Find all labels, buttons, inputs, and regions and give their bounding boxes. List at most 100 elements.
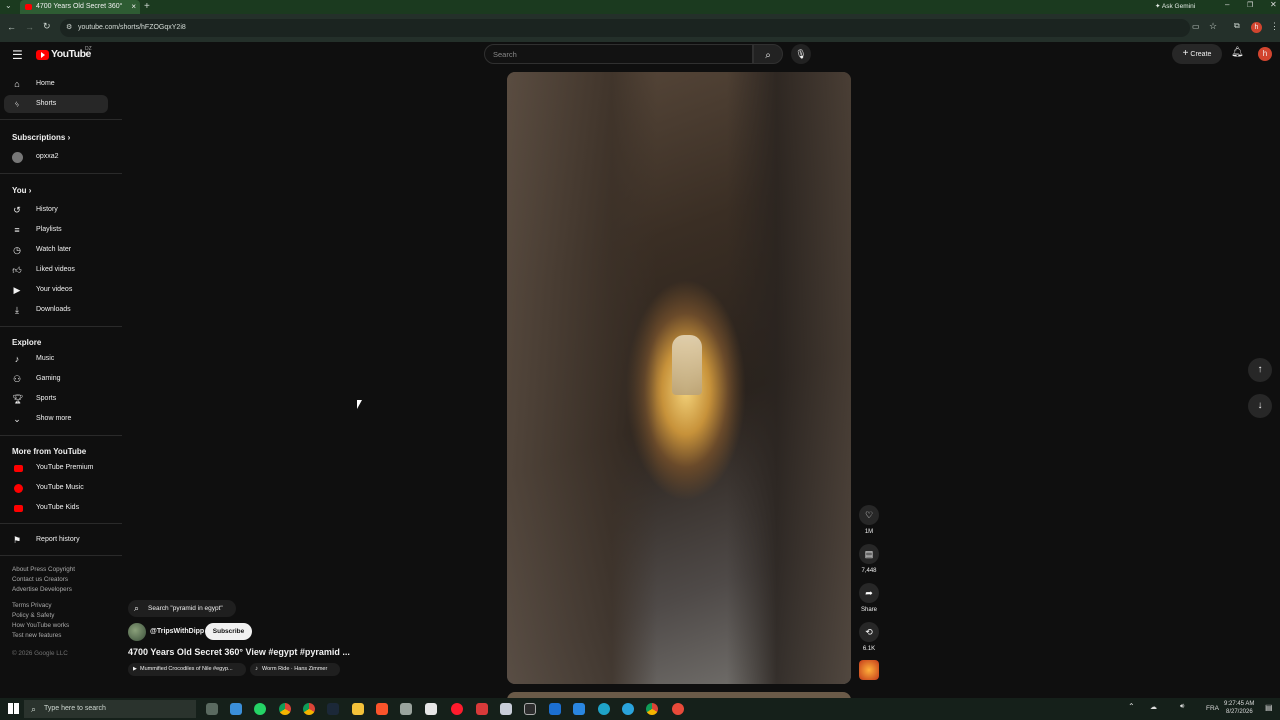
tab-list-icon[interactable]: ⌄ [5, 1, 12, 10]
bookmark-star-icon[interactable]: ☆ [1209, 21, 1217, 32]
back-icon[interactable]: ← [7, 22, 16, 32]
channel-name[interactable]: @TripsWithDipp [150, 628, 204, 635]
pinned-app-icon[interactable] [500, 703, 512, 715]
pinned-app-icon[interactable] [573, 703, 585, 715]
footer-links[interactable]: Policy & Safety [12, 612, 54, 619]
new-tab-icon[interactable]: + [144, 0, 150, 13]
voice-search-button[interactable]: 🎙︎ [791, 44, 811, 64]
like-button[interactable]: ♡ [859, 505, 879, 525]
search-input[interactable]: Search [484, 44, 753, 64]
clock-time[interactable]: 9:27:45 AM [1224, 701, 1254, 707]
edge-icon[interactable] [598, 703, 610, 715]
footer-links[interactable]: Advertise Developers [12, 586, 72, 593]
sidebar-item-report-history[interactable]: ⚑ Report history [4, 531, 108, 549]
sidebar-item-playlists[interactable]: ≡ Playlists [4, 221, 108, 239]
footer-links[interactable]: Test new features [12, 632, 61, 639]
youtube-logo[interactable]: YouTube DZ [36, 46, 96, 62]
clock-date[interactable]: 8/27/2026 [1226, 709, 1253, 715]
install-app-icon[interactable]: ▭ [1192, 22, 1200, 31]
sidebar-item-shorts[interactable]: ᛃ Shorts [4, 95, 108, 113]
menu-icon[interactable]: ☰ [12, 48, 23, 62]
pinned-app-icon[interactable] [476, 703, 488, 715]
sidebar-item-your-videos[interactable]: ▶ Your videos [4, 281, 108, 299]
chrome-profile-icon[interactable] [303, 703, 315, 715]
sidebar-item-sports[interactable]: 🏆︎ Sports [4, 390, 108, 408]
chrome-active-icon[interactable] [646, 703, 658, 715]
footer-links[interactable]: Terms Privacy [12, 602, 52, 609]
minimize-icon[interactable]: – [1225, 0, 1229, 9]
search-button[interactable]: ⌕ [753, 44, 783, 64]
keyboard-language[interactable]: FRA [1206, 705, 1219, 712]
opera-icon[interactable] [451, 703, 463, 715]
reload-icon[interactable]: ↻ [43, 21, 51, 32]
ask-gemini-button[interactable]: ✦ Ask Gemini [1155, 1, 1207, 13]
related-video-chip[interactable]: ▶ Mummified Crocodiles of Nile #egyp... [128, 663, 246, 676]
create-button[interactable]: + Create [1172, 44, 1222, 64]
sound-chip[interactable]: ♪ Worm Ride · Hans Zimmer [250, 663, 340, 676]
sidebar-item-youtube-kids[interactable]: YouTube Kids [4, 499, 108, 517]
short-title[interactable]: 4700 Years Old Secret 360° View #egypt #… [128, 647, 428, 657]
windows-start-icon[interactable] [8, 703, 19, 714]
search-suggestion-chip[interactable]: ⌕ Search "pyramid in egypt" [128, 600, 236, 617]
file-explorer-icon[interactable] [352, 703, 364, 715]
pinned-app-icon[interactable] [425, 703, 437, 715]
account-avatar[interactable]: h [1258, 47, 1272, 61]
previous-short-button[interactable]: ↑ [1248, 358, 1272, 382]
tab-close-icon[interactable]: × [131, 0, 136, 14]
maximize-icon[interactable]: ❐ [1247, 1, 1253, 9]
telegram-icon[interactable] [622, 703, 634, 715]
pinned-app-icon[interactable] [524, 703, 536, 715]
brave-icon[interactable] [376, 703, 388, 715]
sound-thumbnail[interactable] [859, 660, 879, 680]
next-short-button[interactable]: ↓ [1248, 394, 1272, 418]
address-bar[interactable]: ⚙ youtube.com/shorts/hFZOGqxY2i8 [60, 19, 1190, 37]
browser-tab[interactable]: 4700 Years Old Secret 360° × [20, 0, 140, 14]
sidebar-item-music[interactable]: ♪ Music [4, 350, 108, 368]
pinned-app-icon[interactable] [230, 703, 242, 715]
task-view-icon[interactable] [206, 703, 218, 715]
browser-menu-icon[interactable]: ⋮ [1270, 21, 1279, 32]
footer-links[interactable]: About Press Copyright [12, 566, 75, 573]
subscription-item[interactable]: opxxa2 [4, 148, 108, 166]
footer-links[interactable]: How YouTube works [12, 622, 69, 629]
pinned-app-icon[interactable] [672, 703, 684, 715]
subscriptions-heading[interactable]: Subscriptions › [12, 133, 70, 142]
pinned-app-icon[interactable] [400, 703, 412, 715]
notifications-bell-icon[interactable]: 🔔︎ [1231, 47, 1244, 58]
comments-button[interactable]: ▤ [859, 544, 879, 564]
sidebar-item-gaming[interactable]: ⚇ Gaming [4, 370, 108, 388]
sidebar-item-downloads[interactable]: ⤓ Downloads [4, 301, 108, 319]
sidebar-item-youtube-premium[interactable]: YouTube Premium [4, 459, 108, 477]
sidebar-item-home[interactable]: ⌂ Home [4, 75, 108, 93]
network-icon[interactable]: ☁ [1150, 703, 1157, 711]
sidebar-item-youtube-music[interactable]: YouTube Music [4, 479, 108, 497]
share-button[interactable]: ➦ [859, 583, 879, 603]
you-heading[interactable]: You › [12, 186, 31, 195]
pinned-app-icon[interactable] [549, 703, 561, 715]
volume-icon[interactable]: 🔊︎ [1180, 703, 1184, 711]
whatsapp-icon[interactable] [254, 703, 266, 715]
comment-count: 7,448 [861, 568, 877, 574]
arrow-up-icon: ↑ [1257, 364, 1263, 375]
chrome-icon[interactable] [279, 703, 291, 715]
profile-avatar[interactable]: h [1251, 22, 1262, 33]
sidebar-item-liked-videos[interactable]: 👍︎ Liked videos [4, 261, 108, 279]
channel-avatar[interactable] [128, 623, 146, 641]
extensions-icon[interactable]: ⧉ [1234, 21, 1240, 31]
taskbar-search-input[interactable]: ⌕ Type here to search [24, 700, 196, 718]
subscribe-button[interactable]: Subscribe [205, 623, 252, 640]
notification-center-icon[interactable]: ▤ [1265, 703, 1273, 712]
sidebar-item-history[interactable]: ↺ History [4, 201, 108, 219]
tray-chevron-icon[interactable]: ⌃ [1128, 702, 1135, 711]
footer-links[interactable]: Contact us Creators [12, 576, 68, 583]
steam-icon[interactable] [327, 703, 339, 715]
share-icon: ➦ [865, 588, 873, 598]
forward-icon[interactable]: → [25, 22, 34, 32]
remix-icon: ⟲ [865, 627, 873, 637]
remix-button[interactable]: ⟲ [859, 622, 879, 642]
sidebar-item-show-more[interactable]: ⌄ Show more [4, 410, 108, 428]
sidebar-item-watch-later[interactable]: ◷ Watch later [4, 241, 108, 259]
close-window-icon[interactable]: ✕ [1270, 0, 1277, 9]
short-video-player[interactable] [507, 72, 851, 684]
site-info-icon[interactable]: ⚙ [66, 19, 72, 37]
